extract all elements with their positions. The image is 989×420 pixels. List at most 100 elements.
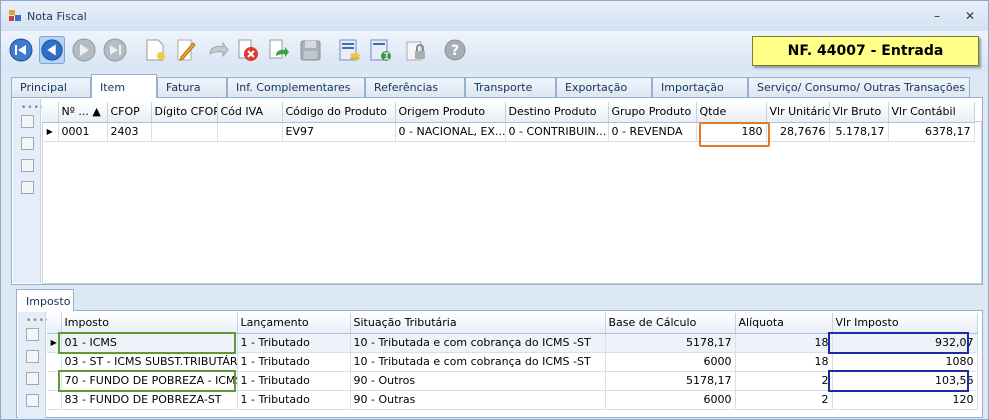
tab-exportacao[interactable]: Exportação bbox=[556, 77, 652, 97]
next-record-icon[interactable] bbox=[71, 36, 97, 64]
lock-icon[interactable] bbox=[403, 36, 429, 64]
database-coins-icon[interactable] bbox=[337, 36, 363, 64]
table-cell[interactable]: 6378,17 bbox=[888, 122, 975, 142]
table-cell[interactable]: 28,7676 bbox=[766, 122, 830, 142]
column-header[interactable]: Imposto bbox=[61, 313, 238, 334]
minimize-icon[interactable]: – bbox=[929, 9, 945, 23]
column-header[interactable]: Vlr Bruto bbox=[829, 102, 889, 123]
table-cell[interactable]: 1 - Tributado bbox=[237, 390, 351, 410]
column-header[interactable]: Destino Produto bbox=[505, 102, 609, 123]
redo-arrow-icon[interactable] bbox=[266, 36, 292, 64]
table-cell[interactable]: 5178,17 bbox=[605, 371, 736, 391]
sort-ascending-icon: ▲ bbox=[92, 105, 101, 119]
table-cell[interactable]: 1 - Tributado bbox=[237, 371, 351, 391]
remove-row-icon[interactable] bbox=[21, 181, 34, 194]
item-grid: Nº ... ▲ CFOP Dígito CFOP Cód IVA Código… bbox=[42, 102, 975, 142]
table-cell[interactable]: 180 bbox=[696, 122, 767, 142]
tab-principal[interactable]: Principal bbox=[11, 77, 91, 97]
table-row[interactable]: 70 - FUNDO DE POBREZA - ICMS 1 - Tributa… bbox=[47, 371, 978, 391]
row-indicator bbox=[47, 390, 62, 410]
table-cell[interactable]: 0 - NACIONAL, EX... bbox=[395, 122, 506, 142]
table-cell[interactable]: 83 - FUNDO DE POBREZA-ST bbox=[61, 390, 238, 410]
column-header[interactable]: Grupo Produto bbox=[608, 102, 697, 123]
remove-row-icon[interactable] bbox=[26, 394, 39, 407]
column-header[interactable]: Lançamento bbox=[237, 313, 351, 334]
table-cell[interactable]: 90 - Outros bbox=[350, 371, 606, 391]
new-document-icon[interactable] bbox=[142, 36, 168, 64]
column-header[interactable]: Vlr Unitário bbox=[766, 102, 830, 123]
tab-inf-complementares[interactable]: Inf. Complementares bbox=[227, 77, 365, 97]
table-cell[interactable]: 0 - CONTRIBUIN... bbox=[505, 122, 609, 142]
table-cell[interactable]: 5.178,17 bbox=[829, 122, 889, 142]
first-record-icon[interactable] bbox=[8, 36, 34, 64]
column-header[interactable]: Código do Produto bbox=[282, 102, 396, 123]
table-cell[interactable]: 0001 bbox=[58, 122, 108, 142]
column-header[interactable]: Base de Cálculo bbox=[605, 313, 736, 334]
table-cell[interactable]: 6000 bbox=[605, 390, 736, 410]
close-icon[interactable]: ✕ bbox=[962, 9, 978, 23]
table-cell[interactable]: 103,56 bbox=[832, 371, 978, 391]
column-header[interactable]: Alíquota bbox=[735, 313, 833, 334]
table-cell[interactable]: 18 bbox=[735, 352, 833, 372]
table-cell[interactable]: 0 - REVENDA bbox=[608, 122, 697, 142]
table-row[interactable]: ▶ 0001 2403 EV97 0 - NACIONAL, EX... 0 -… bbox=[42, 122, 975, 142]
table-cell[interactable] bbox=[151, 122, 218, 142]
column-header[interactable]: CFOP bbox=[107, 102, 152, 123]
column-header[interactable]: Nº ... ▲ bbox=[58, 102, 108, 123]
item-panel: •••• Nº ... ▲ CFOP Dígito CFOP Cód IVA C… bbox=[11, 97, 983, 285]
table-cell[interactable]: 1 - Tributado bbox=[237, 333, 351, 353]
edit-row-icon[interactable] bbox=[26, 372, 39, 385]
table-cell[interactable]: 70 - FUNDO DE POBREZA - ICMS bbox=[61, 371, 238, 391]
insert-row-icon[interactable] bbox=[21, 137, 34, 150]
tax-grid-header: Imposto Lançamento Situação Tributária B… bbox=[47, 313, 978, 334]
tab-fatura[interactable]: Fatura bbox=[157, 77, 227, 97]
table-row[interactable]: 83 - FUNDO DE POBREZA-ST 1 - Tributado 9… bbox=[47, 390, 978, 410]
item-sidebar: •••• bbox=[13, 99, 45, 283]
tab-imposto[interactable]: Imposto bbox=[16, 289, 74, 311]
table-cell[interactable]: 2 bbox=[735, 390, 833, 410]
table-cell[interactable]: 120 bbox=[832, 390, 978, 410]
tab-referencias[interactable]: Referências bbox=[365, 77, 465, 97]
column-header[interactable]: Vlr Contábil bbox=[888, 102, 975, 123]
table-cell[interactable]: EV97 bbox=[282, 122, 396, 142]
table-cell[interactable]: 90 - Outras bbox=[350, 390, 606, 410]
table-cell[interactable]: 10 - Tributada e com cobrança do ICMS -S… bbox=[350, 352, 606, 372]
table-cell[interactable]: 18 bbox=[735, 333, 833, 353]
help-icon[interactable]: ? bbox=[442, 36, 468, 64]
table-cell[interactable]: 03 - ST - ICMS SUBST.TRIBUTÁRIA bbox=[61, 352, 238, 372]
tab-servico-consumo[interactable]: Serviço/ Consumo/ Outras Transações bbox=[748, 77, 970, 97]
add-row-icon[interactable] bbox=[21, 115, 34, 128]
table-cell[interactable]: 2 bbox=[735, 371, 833, 391]
delete-icon[interactable] bbox=[235, 36, 261, 64]
insert-row-icon[interactable] bbox=[26, 350, 39, 363]
column-header[interactable]: Situação Tributária bbox=[350, 313, 606, 334]
table-row[interactable]: 03 - ST - ICMS SUBST.TRIBUTÁRIA 1 - Trib… bbox=[47, 352, 978, 372]
table-cell[interactable]: 01 - ICMS bbox=[61, 333, 238, 353]
column-header[interactable]: Origem Produto bbox=[395, 102, 506, 123]
table-cell[interactable]: 10 - Tributada e com cobrança do ICMS -S… bbox=[350, 333, 606, 353]
table-cell[interactable] bbox=[217, 122, 283, 142]
table-cell[interactable]: 6000 bbox=[605, 352, 736, 372]
undo-icon[interactable] bbox=[204, 36, 230, 64]
last-record-icon[interactable] bbox=[102, 36, 128, 64]
table-row[interactable]: ▶ 01 - ICMS 1 - Tributado 10 - Tributada… bbox=[47, 333, 978, 353]
column-header[interactable]: Cód IVA bbox=[217, 102, 283, 123]
column-header[interactable]: Qtde bbox=[696, 102, 767, 123]
column-header[interactable]: Vlr Imposto bbox=[832, 313, 978, 334]
save-disk-icon[interactable] bbox=[297, 36, 323, 64]
table-cell[interactable]: 1 - Tributado bbox=[237, 352, 351, 372]
column-header[interactable]: Dígito CFOP bbox=[151, 102, 218, 123]
edit-row-icon[interactable] bbox=[21, 159, 34, 172]
tab-transporte[interactable]: Transporte bbox=[465, 77, 556, 97]
table-cell[interactable]: 2403 bbox=[107, 122, 152, 142]
database-sum-icon[interactable] bbox=[368, 36, 394, 64]
table-cell[interactable]: 5178,17 bbox=[605, 333, 736, 353]
tab-item[interactable]: Item bbox=[91, 74, 157, 98]
previous-record-icon[interactable] bbox=[39, 36, 65, 64]
table-cell[interactable]: 932,07 bbox=[832, 333, 978, 353]
tab-importacao[interactable]: Importação bbox=[652, 77, 748, 97]
table-cell[interactable]: 1080 bbox=[832, 352, 978, 372]
imposto-panel: •••• Imposto Lançamento Situação Tributá… bbox=[16, 310, 983, 418]
add-row-icon[interactable] bbox=[26, 328, 39, 341]
edit-pencil-icon[interactable] bbox=[173, 36, 199, 64]
